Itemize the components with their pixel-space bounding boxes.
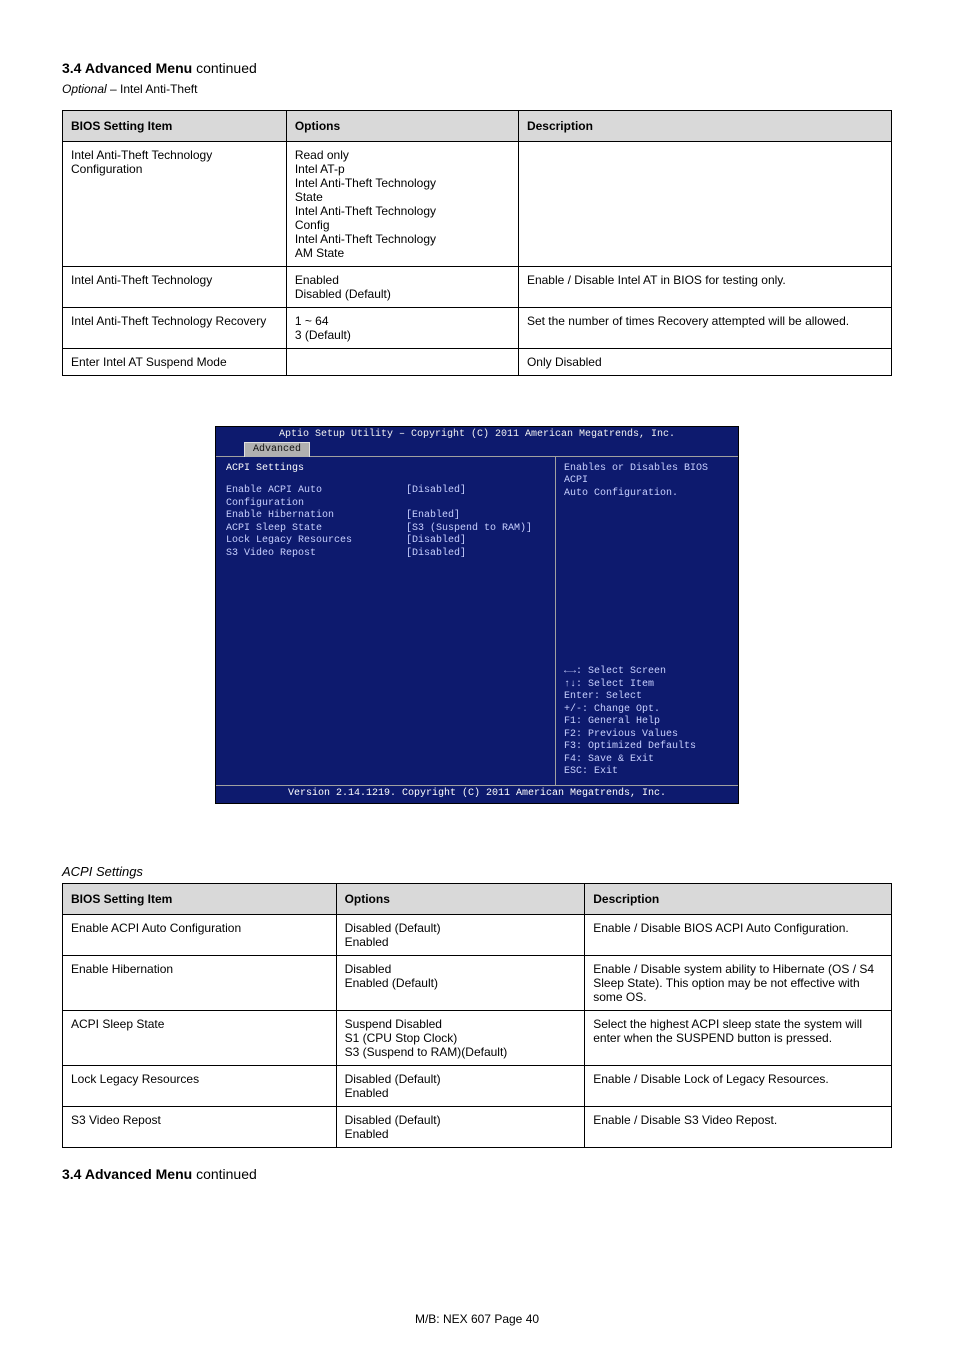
cell-options: Enabled Disabled (Default) <box>286 267 518 308</box>
table-row: Enable ACPI Auto ConfigurationDisabled (… <box>63 915 892 956</box>
bios-setting-value: [Disabled] <box>406 548 466 561</box>
bios-key-line: F2: Previous Values <box>564 729 730 742</box>
cell-desc: Enable / Disable Intel AT in BIOS for te… <box>518 267 891 308</box>
cell-item: Enter Intel AT Suspend Mode <box>63 349 287 376</box>
bios-help-line-1: Enables or Disables BIOS ACPI <box>564 463 730 488</box>
bios-setting-value: [Disabled] <box>406 535 466 548</box>
bios-key-line: F3: Optimized Defaults <box>564 741 730 754</box>
bios-key-line: F1: General Help <box>564 716 730 729</box>
bios-setting-row[interactable]: Enable ACPI Auto Configuration[Disabled] <box>226 485 545 510</box>
th-desc: Description <box>518 111 891 142</box>
bios-setting-value: [S3 (Suspend to RAM)] <box>406 523 532 536</box>
cell-options: Disabled (Default) Enabled <box>336 1107 585 1148</box>
table-row: Intel Anti-Theft Technology Configuratio… <box>63 142 892 267</box>
cell-desc: Enable / Disable BIOS ACPI Auto Configur… <box>585 915 892 956</box>
page-footer-page: Page 40 <box>494 1312 539 1326</box>
section-header-prefix: 3.4 Advanced Menu <box>62 60 192 76</box>
bios-setting-label: S3 Video Repost <box>226 548 406 561</box>
bios-setting-label: Lock Legacy Resources <box>226 535 406 548</box>
cell-desc: Enable / Disable Lock of Legacy Resource… <box>585 1066 892 1107</box>
th-opts: Options <box>286 111 518 142</box>
section-footer-prefix: 3.4 Advanced Menu <box>62 1166 192 1182</box>
cell-item: Intel Anti-Theft Technology Configuratio… <box>63 142 287 267</box>
cell-desc: Enable / Disable S3 Video Repost. <box>585 1107 892 1148</box>
section-header: 3.4 Advanced Menu continued <box>62 60 892 76</box>
bios-setting-label: Enable Hibernation <box>226 510 406 523</box>
table-header-row: BIOS Setting Item Options Description <box>63 884 892 915</box>
section-subtitle: Optional – Intel Anti-Theft <box>62 82 892 96</box>
bios-help-text: Enables or Disables BIOS ACPI Auto Confi… <box>564 463 730 501</box>
cell-item: Intel Anti-Theft Technology <box>63 267 287 308</box>
cell-item: Enable ACPI Auto Configuration <box>63 915 337 956</box>
th-opts: Options <box>336 884 585 915</box>
bios-left-heading: ACPI Settings <box>226 463 545 476</box>
th-desc: Description <box>585 884 892 915</box>
cell-item: ACPI Sleep State <box>63 1011 337 1066</box>
table-row: S3 Video RepostDisabled (Default) Enable… <box>63 1107 892 1148</box>
bios-setting-row[interactable]: S3 Video Repost[Disabled] <box>226 548 545 561</box>
acpi-section-title: ACPI Settings <box>62 864 892 879</box>
bios-screenshot: Aptio Setup Utility – Copyright (C) 2011… <box>215 426 739 804</box>
bios-help-line-2: Auto Configuration. <box>564 488 730 501</box>
cell-desc: Enable / Disable system ability to Hiber… <box>585 956 892 1011</box>
bios-body: ACPI Settings Enable ACPI Auto Configura… <box>216 456 738 786</box>
bios-setting-value: [Enabled] <box>406 510 460 523</box>
table-header-row: BIOS Setting Item Options Description <box>63 111 892 142</box>
bios-setting-row[interactable]: Lock Legacy Resources[Disabled] <box>226 535 545 548</box>
bios-left-pane: ACPI Settings Enable ACPI Auto Configura… <box>216 457 556 785</box>
cell-desc: Set the number of times Recovery attempt… <box>518 308 891 349</box>
bios-key-line: ←→: Select Screen <box>564 666 730 679</box>
anti-theft-table: BIOS Setting Item Options Description In… <box>62 110 892 376</box>
th-item: BIOS Setting Item <box>63 111 287 142</box>
bios-titlebar: Aptio Setup Utility – Copyright (C) 2011… <box>216 427 738 442</box>
cell-item: Intel Anti-Theft Technology Recovery <box>63 308 287 349</box>
bios-tab-row: Advanced <box>216 442 738 456</box>
bios-footer: Version 2.14.1219. Copyright (C) 2011 Am… <box>216 786 738 804</box>
section-header-suffix: continued <box>192 60 257 76</box>
cell-options: 1 ~ 64 3 (Default) <box>286 308 518 349</box>
section-footer: 3.4 Advanced Menu continued <box>62 1166 892 1182</box>
cell-item: Lock Legacy Resources <box>63 1066 337 1107</box>
table-row: Enter Intel AT Suspend Mode Only Disabled <box>63 349 892 376</box>
subtitle-optional: Optional <box>62 82 107 96</box>
bios-tab-advanced[interactable]: Advanced <box>244 442 310 458</box>
bios-key-line: +/-: Change Opt. <box>564 704 730 717</box>
subtitle-rest: – Intel Anti-Theft <box>107 82 198 96</box>
bios-key-line: ESC: Exit <box>564 766 730 779</box>
bios-setting-label: Enable ACPI Auto Configuration <box>226 485 406 510</box>
cell-options: Suspend Disabled S1 (CPU Stop Clock) S3 … <box>336 1011 585 1066</box>
th-item: BIOS Setting Item <box>63 884 337 915</box>
table-row: Lock Legacy ResourcesDisabled (Default) … <box>63 1066 892 1107</box>
table-row: Enable HibernationDisabled Enabled (Defa… <box>63 956 892 1011</box>
cell-desc: Only Disabled <box>518 349 891 376</box>
bios-right-pane: Enables or Disables BIOS ACPI Auto Confi… <box>556 457 738 785</box>
cell-options <box>286 349 518 376</box>
page-footer-product: M/B: NEX 607 <box>415 1312 494 1326</box>
bios-setting-row[interactable]: ACPI Sleep State[S3 (Suspend to RAM)] <box>226 523 545 536</box>
page-footer: M/B: NEX 607 Page 40 <box>0 1312 954 1326</box>
table-row: Intel Anti-Theft Technology Recovery1 ~ … <box>63 308 892 349</box>
bios-setting-label: ACPI Sleep State <box>226 523 406 536</box>
cell-desc <box>518 142 891 267</box>
bios-key-line: F4: Save & Exit <box>564 754 730 767</box>
acpi-table: BIOS Setting Item Options Description En… <box>62 883 892 1148</box>
bios-setting-row[interactable]: Enable Hibernation[Enabled] <box>226 510 545 523</box>
table-row: ACPI Sleep StateSuspend Disabled S1 (CPU… <box>63 1011 892 1066</box>
bios-key-legend: ←→: Select Screen↑↓: Select ItemEnter: S… <box>564 666 730 779</box>
bios-key-line: ↑↓: Select Item <box>564 679 730 692</box>
cell-options: Disabled (Default) Enabled <box>336 915 585 956</box>
cell-options: Read only Intel AT-p Intel Anti-Theft Te… <box>286 142 518 267</box>
cell-item: S3 Video Repost <box>63 1107 337 1148</box>
bios-setting-value: [Disabled] <box>406 485 466 510</box>
section-footer-suffix: continued <box>192 1166 257 1182</box>
cell-item: Enable Hibernation <box>63 956 337 1011</box>
cell-options: Disabled (Default) Enabled <box>336 1066 585 1107</box>
table-row: Intel Anti-Theft TechnologyEnabled Disab… <box>63 267 892 308</box>
cell-options: Disabled Enabled (Default) <box>336 956 585 1011</box>
cell-desc: Select the highest ACPI sleep state the … <box>585 1011 892 1066</box>
bios-key-line: Enter: Select <box>564 691 730 704</box>
